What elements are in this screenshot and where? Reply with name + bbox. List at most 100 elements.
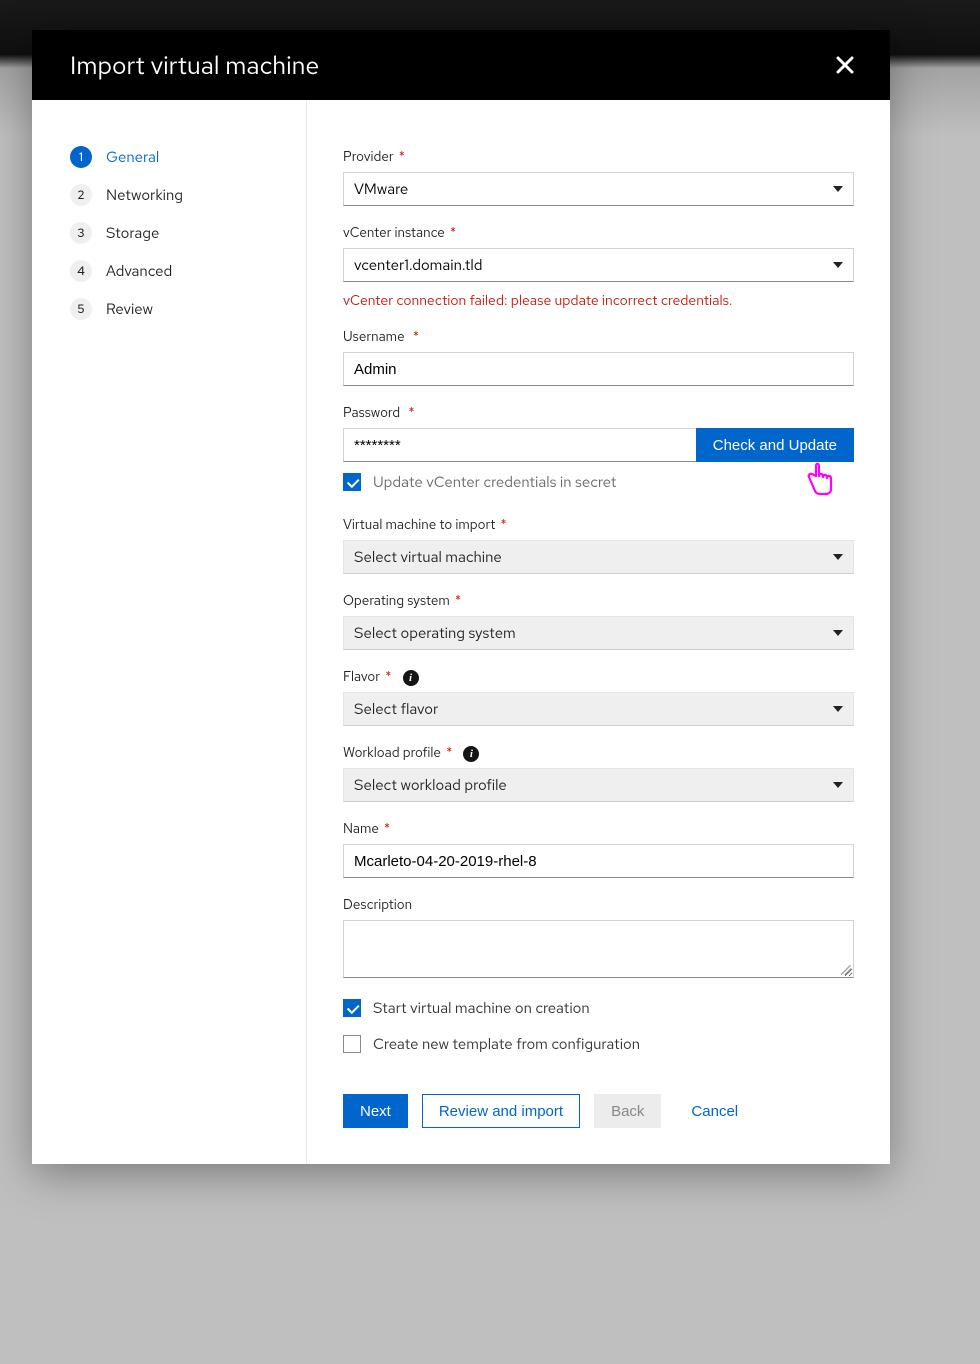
form-content: Provider * VMware vCenter instance * vce… [307, 100, 890, 1164]
step-label: Storage [106, 223, 159, 243]
name-input[interactable] [354, 853, 843, 870]
vm-label: Virtual machine to import * [343, 516, 854, 534]
vm-select[interactable]: Select virtual machine [343, 540, 854, 574]
required-marker: * [399, 148, 405, 166]
name-input-wrapper [343, 844, 854, 878]
wizard-steps-sidebar: 1 General 2 Networking 3 Storage 4 Advan… [32, 100, 307, 1164]
workload-label: Workload profile * i [343, 744, 854, 762]
chevron-down-icon [833, 630, 843, 636]
password-input[interactable] [354, 437, 686, 454]
cancel-button[interactable]: Cancel [675, 1094, 754, 1128]
required-marker: * [455, 592, 461, 610]
step-label: General [106, 147, 159, 167]
password-row: Check and Update [343, 428, 854, 462]
required-marker: * [405, 404, 414, 422]
step-number: 5 [70, 298, 92, 320]
back-button: Back [594, 1094, 661, 1128]
label-text: Password [343, 404, 400, 422]
username-input-wrapper [343, 352, 854, 386]
close-icon [836, 56, 854, 74]
description-label: Description [343, 896, 854, 914]
label-text: Description [343, 896, 412, 914]
flavor-select[interactable]: Select flavor [343, 692, 854, 726]
create-template-label: Create new template from configuration [373, 1034, 640, 1054]
required-marker: * [410, 328, 419, 346]
info-icon[interactable]: i [463, 746, 479, 762]
provider-value: VMware [354, 179, 408, 199]
step-label: Advanced [106, 261, 172, 281]
step-number: 4 [70, 260, 92, 282]
description-textarea[interactable] [343, 920, 854, 978]
step-number: 2 [70, 184, 92, 206]
create-template-checkbox[interactable] [343, 1035, 361, 1053]
label-text: Username [343, 328, 405, 346]
step-number: 3 [70, 222, 92, 244]
modal-body: 1 General 2 Networking 3 Storage 4 Advan… [32, 100, 890, 1164]
username-input[interactable] [354, 361, 843, 378]
workload-field: Workload profile * i Select workload pro… [343, 744, 854, 802]
vcenter-select[interactable]: vcenter1.domain.tld [343, 248, 854, 282]
chevron-down-icon [833, 706, 843, 712]
username-label: Username * [343, 328, 854, 346]
chevron-down-icon [833, 262, 843, 268]
os-placeholder: Select operating system [354, 623, 516, 643]
step-number: 1 [70, 146, 92, 168]
wizard-footer: Next Review and import Back Cancel [343, 1094, 854, 1128]
review-and-import-button[interactable]: Review and import [422, 1094, 580, 1128]
required-marker: * [385, 668, 391, 686]
workload-placeholder: Select workload profile [354, 775, 507, 795]
flavor-label: Flavor * i [343, 668, 854, 686]
vm-field: Virtual machine to import * Select virtu… [343, 516, 854, 574]
step-networking[interactable]: 2 Networking [70, 176, 298, 214]
step-label: Networking [106, 185, 183, 205]
os-select[interactable]: Select operating system [343, 616, 854, 650]
label-text: Workload profile [343, 744, 441, 762]
chevron-down-icon [833, 554, 843, 560]
label-text: Flavor [343, 668, 380, 686]
provider-select[interactable]: VMware [343, 172, 854, 206]
required-marker: * [446, 744, 452, 762]
vcenter-field: vCenter instance * vcenter1.domain.tld v… [343, 224, 854, 310]
update-secret-label: Update vCenter credentials in secret [373, 472, 616, 492]
modal-title: Import virtual machine [70, 49, 319, 82]
chevron-down-icon [833, 186, 843, 192]
label-text: Virtual machine to import [343, 516, 495, 534]
step-advanced[interactable]: 4 Advanced [70, 252, 298, 290]
required-marker: * [384, 820, 390, 838]
label-text: vCenter instance [343, 224, 445, 242]
label-text: Operating system [343, 592, 450, 610]
os-field: Operating system * Select operating syst… [343, 592, 854, 650]
update-secret-row: Update vCenter credentials in secret [343, 472, 854, 492]
start-vm-label: Start virtual machine on creation [373, 998, 590, 1018]
step-review[interactable]: 5 Review [70, 290, 298, 328]
required-marker: * [500, 516, 506, 534]
step-label: Review [106, 299, 153, 319]
os-label: Operating system * [343, 592, 854, 610]
flavor-placeholder: Select flavor [354, 699, 438, 719]
flavor-field: Flavor * i Select flavor [343, 668, 854, 726]
chevron-down-icon [833, 782, 843, 788]
name-label: Name * [343, 820, 854, 838]
label-text: Name [343, 820, 379, 838]
import-vm-modal: Import virtual machine 1 General 2 Netwo… [32, 30, 890, 1164]
provider-field: Provider * VMware [343, 148, 854, 206]
step-storage[interactable]: 3 Storage [70, 214, 298, 252]
workload-select[interactable]: Select workload profile [343, 768, 854, 802]
close-button[interactable] [830, 50, 860, 80]
check-and-update-button[interactable]: Check and Update [696, 428, 854, 462]
description-field: Description [343, 896, 854, 978]
step-general[interactable]: 1 General [70, 138, 298, 176]
modal-header: Import virtual machine [32, 30, 890, 100]
info-icon[interactable]: i [403, 670, 419, 686]
required-marker: * [450, 224, 456, 242]
start-vm-checkbox[interactable] [343, 999, 361, 1017]
username-field: Username * [343, 328, 854, 386]
update-secret-checkbox[interactable] [343, 473, 361, 491]
next-button[interactable]: Next [343, 1094, 408, 1128]
vcenter-value: vcenter1.domain.tld [354, 255, 482, 275]
vcenter-label: vCenter instance * [343, 224, 854, 242]
password-field: Password * Check and Update Update vCent… [343, 404, 854, 492]
name-field: Name * [343, 820, 854, 878]
vcenter-error-message: vCenter connection failed: please update… [343, 292, 854, 310]
password-label: Password * [343, 404, 854, 422]
